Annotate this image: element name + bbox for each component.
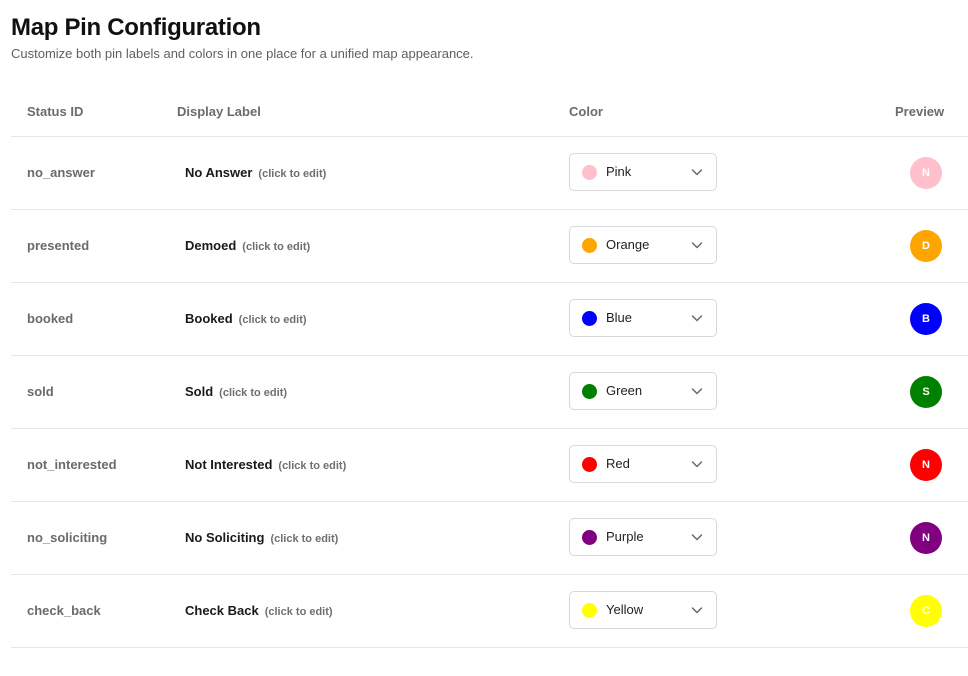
pin-preview: S <box>910 376 942 408</box>
color-select-value: Green <box>606 383 643 398</box>
status-id: no_soliciting <box>27 530 108 545</box>
edit-hint: (click to edit) <box>219 387 288 399</box>
chevron-down-icon <box>691 169 703 176</box>
color-swatch <box>582 530 597 545</box>
display-label-editable[interactable]: Demoed (click to edit) <box>185 210 310 283</box>
page-subtitle: Customize both pin labels and colors in … <box>11 46 474 61</box>
color-select[interactable]: Pink <box>569 153 717 191</box>
table-row: no_soliciting No Soliciting (click to edi… <box>11 502 968 575</box>
chevron-down-icon <box>691 534 703 541</box>
color-select[interactable]: Purple <box>569 518 717 556</box>
color-swatch <box>582 603 597 618</box>
color-select[interactable]: Green <box>569 372 717 410</box>
status-id: sold <box>27 384 54 399</box>
color-select-value: Orange <box>606 237 650 252</box>
edit-hint: (click to edit) <box>242 241 311 253</box>
chevron-down-icon <box>691 315 703 322</box>
color-select-value: Yellow <box>606 602 644 617</box>
edit-hint: (click to edit) <box>258 168 327 180</box>
status-id: not_interested <box>27 457 117 472</box>
table-header-row: Status ID Display Label Color Preview <box>11 88 968 137</box>
table-row: not_interested Not Interested (click to e… <box>11 429 968 502</box>
status-id: check_back <box>27 603 101 618</box>
color-swatch <box>582 165 597 180</box>
column-header-status-id: Status ID <box>27 104 84 119</box>
chevron-down-icon <box>691 607 703 614</box>
table-row: booked Booked (click to edit) Blue B <box>11 283 968 356</box>
pin-preview: N <box>910 449 942 481</box>
color-select-value: Purple <box>606 529 644 544</box>
color-swatch <box>582 238 597 253</box>
color-swatch <box>582 311 597 326</box>
page-title: Map Pin Configuration <box>11 14 261 41</box>
edit-hint: (click to edit) <box>238 314 307 326</box>
pin-preview: N <box>910 157 942 189</box>
edit-hint: (click to edit) <box>278 460 347 472</box>
color-select[interactable]: Yellow <box>569 591 717 629</box>
display-label-editable[interactable]: Sold (click to edit) <box>185 356 287 429</box>
map-pin-configuration-page: Map Pin Configuration Customize both pin… <box>0 0 968 676</box>
pin-config-table: Status ID Display Label Color Preview no… <box>11 88 968 648</box>
table-row: presented Demoed (click to edit) Orange D <box>11 210 968 283</box>
chevron-down-icon <box>691 242 703 249</box>
status-id: booked <box>27 311 74 326</box>
column-header-preview: Preview <box>895 104 945 119</box>
display-label[interactable]: Not Interested <box>185 457 272 472</box>
table-row: no_answer No Answer (click to edit) Pink … <box>11 137 968 210</box>
table-row: sold Sold (click to edit) Green S <box>11 356 968 429</box>
color-select-value: Pink <box>606 164 632 179</box>
color-swatch <box>582 457 597 472</box>
column-header-display-label: Display Label <box>177 104 261 119</box>
display-label-editable[interactable]: Not Interested (click to edit) <box>185 429 346 502</box>
display-label-editable[interactable]: Booked (click to edit) <box>185 283 307 356</box>
status-id: presented <box>27 238 90 253</box>
edit-hint: (click to edit) <box>270 533 339 545</box>
display-label[interactable]: Check Back <box>185 603 259 618</box>
edit-hint: (click to edit) <box>264 606 333 618</box>
color-select[interactable]: Red <box>569 445 717 483</box>
display-label[interactable]: No Answer <box>185 165 252 180</box>
color-select-value: Red <box>606 456 630 471</box>
display-label[interactable]: Sold <box>185 384 213 399</box>
color-select[interactable]: Orange <box>569 226 717 264</box>
display-label-editable[interactable]: No Answer (click to edit) <box>185 137 326 210</box>
chevron-down-icon <box>691 388 703 395</box>
pin-preview: B <box>910 303 942 335</box>
chevron-down-icon <box>691 461 703 468</box>
column-header-color: Color <box>569 104 603 119</box>
color-select-value: Blue <box>606 310 633 325</box>
display-label-editable[interactable]: No Soliciting (click to edit) <box>185 502 338 575</box>
pin-preview: N <box>910 522 942 554</box>
table-row: check_back Check Back (click to edit) Yel… <box>11 575 968 648</box>
display-label[interactable]: Booked <box>185 311 233 326</box>
pin-preview: D <box>910 230 942 262</box>
display-label[interactable]: No Soliciting <box>185 530 264 545</box>
pin-preview: C <box>910 595 942 627</box>
color-select[interactable]: Blue <box>569 299 717 337</box>
color-swatch <box>582 384 597 399</box>
status-id: no_answer <box>27 165 95 180</box>
display-label[interactable]: Demoed <box>185 238 236 253</box>
display-label-editable[interactable]: Check Back (click to edit) <box>185 575 333 648</box>
